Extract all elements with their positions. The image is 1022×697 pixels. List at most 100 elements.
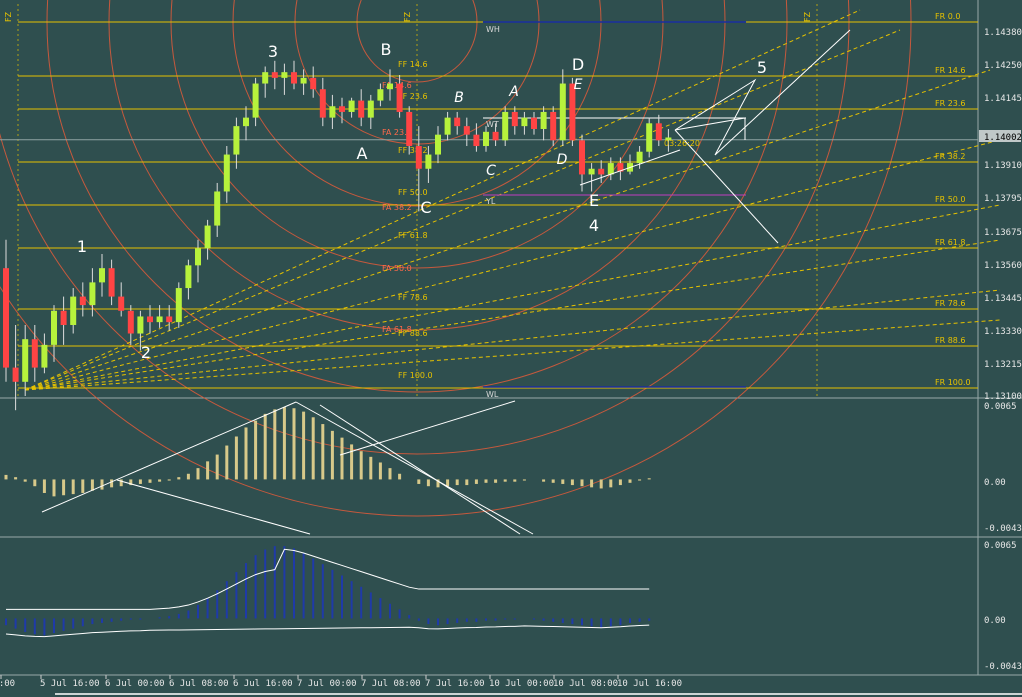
- candle-body: [281, 72, 288, 78]
- candle-body: [406, 111, 413, 147]
- time-tick-label: 5 Jul 16:00: [40, 679, 100, 689]
- fib-level-label: FR 14.6: [935, 66, 966, 75]
- fib-level-label: FR 23.6: [935, 99, 966, 108]
- wave-label: A: [357, 144, 368, 163]
- candle-body: [233, 126, 240, 155]
- fib-arc-label: FA 61.8: [382, 325, 412, 334]
- level-tag: WL: [486, 390, 499, 399]
- candle-body: [12, 367, 19, 382]
- candle-body: [147, 316, 153, 323]
- wave-label: E: [589, 191, 599, 210]
- price-tick-label: 1.13560: [984, 261, 1022, 271]
- fib-arc-label: FA 50.0: [382, 264, 412, 273]
- level-tag: YL: [485, 197, 496, 206]
- fib-fan-label: FF 50.0: [398, 188, 428, 197]
- candle-body: [655, 123, 662, 141]
- wave-label: 2: [141, 343, 151, 362]
- oscillator-tick-label: -0.0043: [984, 524, 1022, 534]
- price-tick-label: 1.13675: [984, 228, 1022, 238]
- candle-body: [137, 316, 144, 334]
- chart-background: [0, 0, 1022, 697]
- level-tag: WT: [486, 120, 499, 129]
- time-tick-label: 10 Jul 00:00: [489, 679, 554, 689]
- candle-body: [156, 316, 163, 323]
- candle-body: [521, 117, 528, 127]
- price-tick-label: 1.13330: [984, 327, 1022, 337]
- candle-body: [175, 288, 182, 323]
- price-tick-label: 1.14002: [984, 133, 1022, 143]
- candle-body: [70, 296, 77, 325]
- wave-label-italic: E: [574, 77, 583, 93]
- time-tick-label: 6 Jul 08:00: [169, 679, 229, 689]
- candle-body: [252, 83, 259, 118]
- price-tick-label: 1.13910: [984, 161, 1022, 171]
- fib-fan-label: FF 38.2: [398, 146, 428, 155]
- wave-label: 3: [268, 42, 278, 61]
- candle-body: [367, 100, 374, 118]
- price-tick-label: 1.14380: [984, 28, 1022, 38]
- time-tick-label: 7 Jul 08:00: [361, 679, 421, 689]
- candle-body: [22, 339, 29, 382]
- candle-body: [559, 83, 566, 141]
- candle-body: [425, 154, 432, 169]
- price-tick-label: 1.13795: [984, 194, 1022, 204]
- candle-body: [166, 316, 173, 323]
- candle-body: [387, 83, 393, 90]
- price-tick-label: 1.13215: [984, 360, 1022, 370]
- candle-body: [185, 265, 192, 289]
- candle-body: [300, 77, 307, 84]
- candle-body: [79, 296, 86, 306]
- candle-body: [598, 168, 605, 175]
- candle-body: [214, 191, 221, 226]
- time-tick-label: 7 Jul 00:00: [297, 679, 357, 689]
- fib-level-label: FR 0.0: [935, 12, 960, 21]
- time-tick-label: 10 Jul 08:00: [553, 679, 618, 689]
- oscillator-2-tick-label: 0.0065: [984, 541, 1017, 551]
- candle-body: [204, 225, 211, 249]
- candle-body: [588, 168, 595, 175]
- trading-chart[interactable]: FZ FZ FZ FR 0.0 FR 14.6 FR 23.6 FR 38.2 FR 50.0…: [0, 0, 1022, 697]
- candle-body: [348, 100, 355, 112]
- level-tag: WH: [486, 25, 500, 34]
- time-tick-label: 7 Jul 16:00: [425, 679, 485, 689]
- price-tick-label: 1.14145: [984, 94, 1022, 104]
- oscillator-tick-label: 0.00: [984, 478, 1006, 488]
- candle-body: [358, 100, 365, 118]
- wave-label-italic: D: [557, 152, 568, 168]
- wave-label: 1: [77, 237, 87, 256]
- price-tick-label: 1.14250: [984, 61, 1022, 71]
- candle-body: [377, 89, 384, 101]
- candle-body: [579, 140, 585, 175]
- wave-label-italic: A: [508, 84, 519, 100]
- candle-body: [492, 131, 499, 141]
- candle-body: [502, 111, 509, 141]
- oscillator-tick-label: 0.0065: [984, 402, 1017, 412]
- fib-fan-label: FF 100.0: [398, 371, 433, 380]
- candle-body: [223, 154, 230, 192]
- fib-level-label: FR 38.2: [935, 152, 966, 161]
- candle-body: [415, 146, 422, 169]
- candle-body: [127, 310, 134, 334]
- candle-body: [550, 111, 557, 141]
- candle-body: [463, 126, 470, 135]
- wave-label: 5: [757, 58, 767, 77]
- candle-body: [511, 111, 518, 127]
- candle-body: [483, 131, 489, 147]
- time-tick-label: 08:00: [0, 679, 15, 689]
- price-tick-label: 1.13445: [984, 294, 1022, 304]
- candle-body: [3, 268, 9, 368]
- wave-label: 4: [589, 216, 599, 235]
- time-marker: 03:26:20: [664, 139, 700, 148]
- candle-body: [118, 296, 125, 311]
- candle-body: [310, 77, 317, 90]
- fz-label: FZ: [403, 11, 412, 22]
- candle-body: [319, 89, 326, 118]
- fz-label: FZ: [803, 11, 812, 22]
- fib-level-label: FR 100.0: [935, 378, 971, 387]
- fz-label: FZ: [4, 11, 13, 22]
- fib-level-label: FR 50.0: [935, 195, 966, 204]
- wave-label: C: [420, 198, 431, 217]
- candle-body: [262, 72, 269, 84]
- candle-body: [646, 123, 653, 152]
- candle-body: [454, 117, 461, 127]
